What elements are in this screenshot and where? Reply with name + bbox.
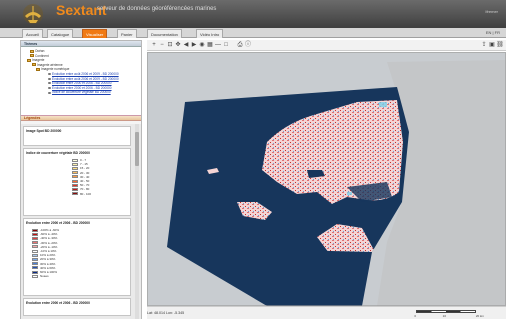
tab-video-intro[interactable]: Vidéo Intro bbox=[196, 29, 224, 38]
scale-bar bbox=[416, 310, 476, 313]
eye-icon[interactable] bbox=[48, 86, 51, 89]
eye-icon[interactable] bbox=[48, 77, 51, 80]
map-statusbar: Lat: 48.014 Lon: -5.345 0 10 20 km bbox=[147, 306, 506, 319]
color-swatch bbox=[72, 188, 78, 192]
info-icon[interactable]: ⓘ bbox=[245, 42, 251, 48]
tab-accueil[interactable]: Accueil bbox=[22, 29, 43, 38]
color-swatch bbox=[72, 192, 78, 196]
legend-area: Image Spot BD 200000 Indice de couvertur… bbox=[21, 124, 141, 319]
folder-icon bbox=[36, 68, 40, 72]
folder-icon bbox=[30, 54, 34, 58]
folder-icon bbox=[32, 63, 36, 67]
legend-box-evolution: Evolution entre 2000 et 2006 - BD 200000… bbox=[23, 218, 131, 296]
map-canvas[interactable] bbox=[147, 52, 506, 306]
color-swatch bbox=[32, 262, 38, 266]
measure-area-icon[interactable]: □ bbox=[223, 42, 229, 48]
main-tabbar: Accueil Catalogue Visualiser Panier Docu… bbox=[0, 28, 506, 38]
color-swatch bbox=[72, 171, 78, 175]
color-swatch bbox=[32, 237, 38, 241]
map-toolbar: + − ⊡ ✥ ◀ ▶ ◉ ▦ — □ ⎙ ⓘ ⇪ ▣ ⛓ bbox=[147, 40, 506, 51]
pan-icon[interactable]: ✥ bbox=[175, 42, 181, 48]
eye-icon[interactable] bbox=[48, 73, 51, 76]
folder-icon bbox=[30, 49, 34, 53]
left-panel: Thèmes Océan Continent Imagerie Imagerie… bbox=[20, 40, 142, 319]
legend-panel-header[interactable]: Légendes bbox=[21, 115, 141, 121]
grid-icon[interactable]: ▦ bbox=[207, 42, 213, 48]
previous-view-icon[interactable]: ◀ bbox=[183, 42, 189, 48]
legend-box-vegetation: Indice de couverture végétale BD 200000 … bbox=[23, 148, 131, 216]
tab-visualiser[interactable]: Visualiser bbox=[82, 29, 108, 38]
scale-label-end: 20 km bbox=[475, 314, 484, 318]
app-subtitle: serveur de données géoréférencées marine… bbox=[97, 6, 217, 12]
legend-scroll-thumb[interactable] bbox=[135, 132, 139, 166]
tab-panier[interactable]: Panier bbox=[117, 29, 137, 38]
tree-layer-5[interactable]: Indice de couverture végétale BD 200000 bbox=[24, 90, 138, 95]
zoom-in-icon[interactable]: + bbox=[151, 42, 157, 48]
legend-box-evolution-2: Evolution entre 2000 et 2006 - BD 200000 bbox=[23, 298, 131, 316]
vegetation-legend-item: 80 - 100 bbox=[72, 192, 128, 196]
language-switch[interactable]: EN | FR bbox=[486, 30, 500, 35]
next-view-icon[interactable]: ▶ bbox=[191, 42, 197, 48]
evolution-legend-item: Nuées bbox=[32, 274, 128, 278]
full-extent-icon[interactable]: ◉ bbox=[199, 42, 205, 48]
tab-documentation[interactable]: Documentation bbox=[147, 29, 182, 38]
org-logo-text: Ifremer bbox=[485, 9, 498, 14]
link-icon[interactable]: ⛓ bbox=[496, 42, 504, 48]
layer-tree: Océan Continent Imagerie Imagerie aérien… bbox=[21, 47, 141, 115]
zoom-out-icon[interactable]: − bbox=[159, 42, 165, 48]
map-svg[interactable] bbox=[147, 52, 506, 306]
zoom-box-icon[interactable]: ⊡ bbox=[167, 42, 173, 48]
print-icon[interactable]: ⎙ bbox=[237, 42, 243, 48]
color-swatch bbox=[72, 167, 78, 171]
legend-box-spot: Image Spot BD 200000 bbox=[23, 126, 131, 146]
measure-line-icon[interactable]: — bbox=[215, 42, 221, 48]
legend-label: Nuées bbox=[40, 274, 49, 279]
legend-label: 80 - 100 bbox=[80, 191, 92, 196]
scale-label-mid: 10 bbox=[442, 314, 446, 318]
folder-icon bbox=[27, 58, 31, 62]
color-swatch bbox=[32, 274, 38, 278]
eye-icon[interactable] bbox=[48, 91, 51, 94]
color-swatch bbox=[32, 258, 38, 262]
scale-label-start: 0 bbox=[414, 314, 416, 318]
color-swatch bbox=[32, 266, 38, 270]
save-icon[interactable]: ▣ bbox=[489, 42, 495, 48]
color-swatch bbox=[32, 241, 38, 245]
eye-icon[interactable] bbox=[48, 82, 51, 85]
logo-icon bbox=[23, 4, 43, 24]
export-icon[interactable]: ⇪ bbox=[481, 42, 487, 48]
tab-catalogue[interactable]: Catalogue bbox=[47, 29, 74, 38]
coordinate-readout: Lat: 48.014 Lon: -5.345 bbox=[147, 311, 185, 315]
legend-scrollbar[interactable] bbox=[135, 124, 139, 319]
app-header: Sextant serveur de données géoréférencée… bbox=[0, 0, 506, 28]
